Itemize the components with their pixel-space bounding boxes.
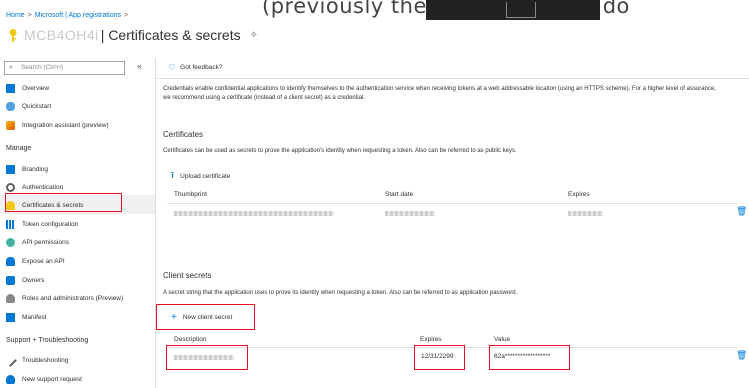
sidebar-item-branding[interactable]: Branding (6, 161, 48, 177)
certificates-heading: Certificates (163, 130, 204, 139)
sidebar-item-token-configuration[interactable]: Token configuration (6, 216, 78, 232)
cloud-icon (6, 101, 15, 111)
collapse-sidebar-button[interactable]: « (137, 61, 142, 71)
upload-certificate-button[interactable]: ⭱ Upload certificate (171, 168, 230, 184)
redacted-start-date (385, 211, 435, 216)
column-description: Description (174, 336, 207, 343)
section-manage: Manage (6, 145, 32, 152)
sidebar-item-owners[interactable]: Owners (6, 272, 44, 288)
app-name: MCB4OH4i (24, 27, 99, 43)
section-support: Support + Troubleshooting (6, 337, 89, 344)
sidebar-item-expose-api[interactable]: Expose an API (6, 253, 65, 269)
main-content: ♡ Got feedback? Credentials enable confi… (157, 58, 749, 388)
page-header: MCB4OH4i | Certificates & secrets ✧ (6, 25, 258, 45)
key-icon (9, 29, 17, 42)
delete-secret-icon[interactable]: 🗑 (736, 350, 747, 361)
support-person-icon (6, 374, 15, 384)
sidebar-divider (155, 58, 156, 388)
delete-certificate-icon[interactable]: 🗑 (736, 206, 747, 217)
sidebar-item-overview[interactable]: Overview (6, 80, 49, 96)
sidebar-item-roles-admins[interactable]: Roles and administrators (Preview) (6, 290, 123, 306)
search-input[interactable]: ⌕ Search (Ctrl+/) (4, 61, 125, 75)
bars-icon (6, 219, 15, 229)
column-value: Value (494, 336, 511, 343)
pin-icon[interactable]: ✧ (250, 30, 258, 41)
column-thumbprint: Thumbprint (174, 191, 207, 198)
column-expires: Expires (420, 336, 442, 343)
person-icon (6, 293, 15, 303)
highlight-expires (414, 345, 465, 370)
owners-icon (6, 275, 15, 285)
manifest-icon (6, 312, 15, 322)
breadcrumb: Home > Microsoft | App registrations > (6, 12, 129, 19)
client-secrets-heading: Client secrets (163, 271, 212, 280)
redacted-thumbprint (174, 211, 334, 216)
sidebar-item-manifest[interactable]: Manifest (6, 309, 47, 325)
divider (157, 78, 749, 79)
highlight-new-secret (156, 304, 255, 330)
redacted-expiry (568, 211, 603, 216)
table-divider (167, 203, 737, 204)
sidebar-item-new-support-request[interactable]: New support request (6, 371, 82, 387)
breadcrumb-home[interactable]: Home (6, 12, 25, 19)
api-icon (6, 237, 15, 247)
highlight-description (166, 345, 248, 370)
search-icon: ⌕ (9, 64, 13, 71)
cloud-icon (6, 256, 15, 266)
highlight-value (489, 345, 570, 370)
sidebar: ⌕ Search (Ctrl+/) « Overview Quickstart … (0, 58, 156, 388)
highlight-certificates-nav (5, 193, 122, 212)
heart-icon: ♡ (168, 63, 176, 72)
grid-icon (6, 83, 15, 93)
sidebar-item-quickstart[interactable]: Quickstart (6, 98, 51, 114)
feedback-link[interactable]: ♡ Got feedback? (168, 63, 222, 72)
auth-icon (6, 182, 15, 192)
redacted-bar (426, 0, 600, 20)
sidebar-item-integration-assistant[interactable]: Integration assistant (preview) (6, 117, 109, 133)
column-expires: Expires (568, 191, 590, 198)
intro-text: Credentials enable confidential applicat… (163, 86, 716, 101)
client-secrets-description: A secret string that the application use… (163, 290, 518, 296)
rocket-icon (6, 120, 15, 130)
wrench-icon (4, 353, 17, 367)
sidebar-item-api-permissions[interactable]: API permissions (6, 234, 69, 250)
certificates-description: Certificates can be used as secrets to p… (163, 148, 517, 154)
branding-icon (6, 164, 15, 174)
page-title: | Certificates & secrets (100, 27, 241, 43)
breadcrumb-app-registrations[interactable]: Microsoft | App registrations (35, 12, 121, 19)
upload-icon: ⭱ (171, 170, 175, 180)
column-start-date: Start date (385, 191, 414, 198)
sidebar-item-troubleshooting[interactable]: Troubleshooting (4, 352, 68, 368)
